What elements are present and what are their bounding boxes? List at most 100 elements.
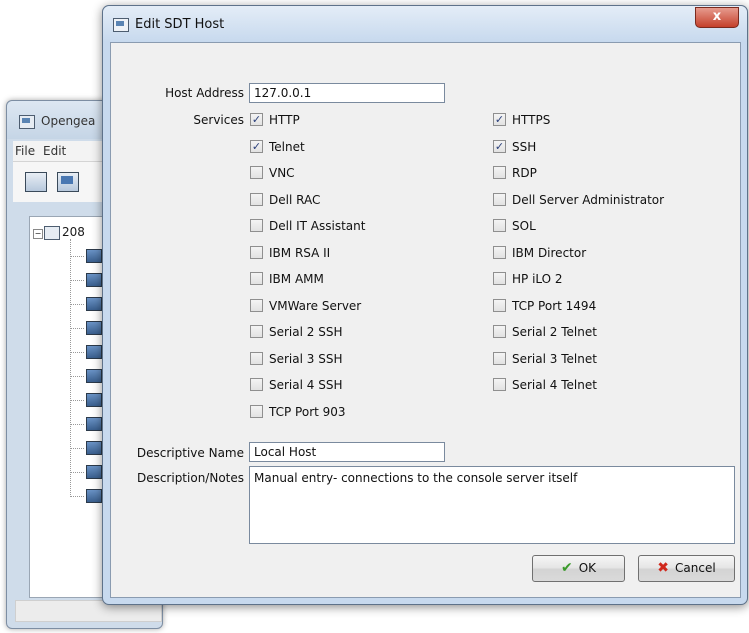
service-option[interactable]: TCP Port 1494 xyxy=(493,298,597,317)
service-checkbox[interactable] xyxy=(493,298,506,312)
service-checkbox[interactable] xyxy=(250,351,263,365)
service-checkbox[interactable] xyxy=(250,272,263,285)
service-checkbox[interactable] xyxy=(493,351,506,365)
service-option[interactable]: VNC xyxy=(250,166,295,184)
checkmark-icon: ✔ xyxy=(560,560,573,576)
services-label: Services xyxy=(193,113,244,127)
service-option[interactable]: ✓ HTTPS xyxy=(493,113,550,131)
service-label: SOL xyxy=(512,219,536,233)
service-checkbox[interactable] xyxy=(250,166,263,179)
dialog-body: Host Address Services ✓ HTTP ✓ Telnet VNC Del… xyxy=(110,42,741,598)
service-label: Serial 3 SSH xyxy=(269,351,343,366)
service-checkbox[interactable]: ✓ xyxy=(250,139,263,153)
descriptive-name-field[interactable] xyxy=(249,442,445,462)
service-label: SSH xyxy=(512,139,537,154)
host-address-field[interactable] xyxy=(249,83,445,103)
service-label: IBM RSA II xyxy=(269,245,331,260)
service-option[interactable]: ✓ Telnet xyxy=(250,139,305,158)
service-option[interactable]: IBM RSA II xyxy=(250,245,331,264)
service-label: TCP Port 1494 xyxy=(512,298,597,313)
host-address-label: Host Address xyxy=(165,86,244,100)
service-label: IBM Director xyxy=(512,245,587,260)
cancel-button[interactable]: ✖ Cancel xyxy=(638,555,735,582)
service-option[interactable]: Dell Server Administrator xyxy=(493,192,665,211)
service-label: Dell RAC xyxy=(269,192,321,207)
descriptive-name-label: Descriptive Name xyxy=(136,446,244,460)
service-option[interactable]: HP iLO 2 xyxy=(493,272,563,290)
service-checkbox[interactable]: ✓ xyxy=(250,113,263,126)
service-option[interactable]: VMWare Server xyxy=(250,298,361,317)
service-label: Serial 2 SSH xyxy=(269,325,343,339)
ok-button-label: OK xyxy=(578,561,597,575)
computer-icon xyxy=(86,441,102,455)
service-checkbox[interactable]: ✓ xyxy=(493,113,506,126)
service-option[interactable]: Serial 2 Telnet xyxy=(493,325,597,343)
service-option[interactable]: IBM AMM xyxy=(250,272,324,290)
computer-icon xyxy=(86,489,102,503)
computer-icon xyxy=(86,369,102,383)
service-checkbox[interactable] xyxy=(250,378,263,391)
service-option[interactable]: Serial 4 Telnet xyxy=(493,378,597,396)
tree-collapse-icon[interactable]: − xyxy=(33,229,43,239)
service-label: Telnet xyxy=(269,139,305,154)
service-checkbox[interactable] xyxy=(250,404,263,418)
service-option[interactable]: Serial 2 SSH xyxy=(250,325,342,343)
service-option[interactable]: ✓ SSH xyxy=(493,139,537,158)
dialog-titlebar[interactable]: Edit SDT Host x xyxy=(103,6,747,42)
computer-icon xyxy=(86,297,102,311)
service-label: HTTP xyxy=(269,113,300,127)
service-label: Serial 4 Telnet xyxy=(512,378,597,392)
network-icon[interactable] xyxy=(25,172,47,192)
service-label: IBM AMM xyxy=(269,272,324,286)
service-option[interactable]: IBM Director xyxy=(493,245,587,264)
computer-icon xyxy=(86,249,102,263)
service-checkbox[interactable] xyxy=(493,325,506,338)
service-label: Serial 3 Telnet xyxy=(512,351,597,366)
service-option[interactable]: ✓ HTTP xyxy=(250,113,300,131)
service-option[interactable]: Serial 4 SSH xyxy=(250,378,342,396)
service-label: Dell IT Assistant xyxy=(269,219,366,233)
description-notes-field[interactable]: Manual entry- connections to the console… xyxy=(249,466,735,544)
menu-file[interactable]: File xyxy=(15,144,35,158)
service-option[interactable]: TCP Port 903 xyxy=(250,404,346,423)
service-label: Dell Server Administrator xyxy=(512,192,665,207)
service-checkbox[interactable] xyxy=(250,325,263,338)
service-option[interactable]: SOL xyxy=(493,219,536,237)
service-checkbox[interactable] xyxy=(493,272,506,285)
tree-root-label[interactable]: 208 xyxy=(62,225,85,239)
service-option[interactable]: Serial 3 SSH xyxy=(250,351,343,370)
service-option[interactable]: Serial 3 Telnet xyxy=(493,351,597,370)
service-checkbox[interactable] xyxy=(493,378,506,391)
close-button[interactable]: x xyxy=(695,7,739,28)
service-label: HTTPS xyxy=(512,113,551,127)
service-checkbox[interactable] xyxy=(493,245,506,259)
service-option[interactable]: RDP xyxy=(493,166,537,184)
service-checkbox[interactable] xyxy=(493,166,506,179)
service-option[interactable]: Dell IT Assistant xyxy=(250,219,365,237)
computer-icon[interactable] xyxy=(57,172,79,192)
background-window-title: Opengea xyxy=(41,114,96,128)
app-icon xyxy=(19,115,35,129)
service-checkbox[interactable] xyxy=(250,245,263,259)
service-checkbox[interactable] xyxy=(250,298,263,312)
service-checkbox[interactable] xyxy=(493,192,506,206)
computer-icon xyxy=(86,345,102,359)
app-icon xyxy=(113,18,129,32)
service-label: RDP xyxy=(512,166,537,180)
service-checkbox[interactable] xyxy=(250,192,263,206)
ok-button[interactable]: ✔ OK xyxy=(532,555,625,582)
service-label: TCP Port 903 xyxy=(269,404,346,419)
red-x-icon: ✖ xyxy=(657,560,670,576)
computer-icon xyxy=(86,321,102,335)
service-option[interactable]: Dell RAC xyxy=(250,192,321,211)
service-checkbox[interactable] xyxy=(493,219,506,232)
service-label: HP iLO 2 xyxy=(512,272,563,286)
computer-icon xyxy=(86,393,102,407)
dialog-title: Edit SDT Host xyxy=(135,17,225,32)
service-label: VNC xyxy=(269,166,295,180)
description-notes-label: Description/Notes xyxy=(136,471,244,485)
service-checkbox[interactable]: ✓ xyxy=(493,139,506,153)
service-checkbox[interactable] xyxy=(250,219,263,232)
menu-edit[interactable]: Edit xyxy=(43,144,66,158)
network-icon xyxy=(44,226,60,240)
